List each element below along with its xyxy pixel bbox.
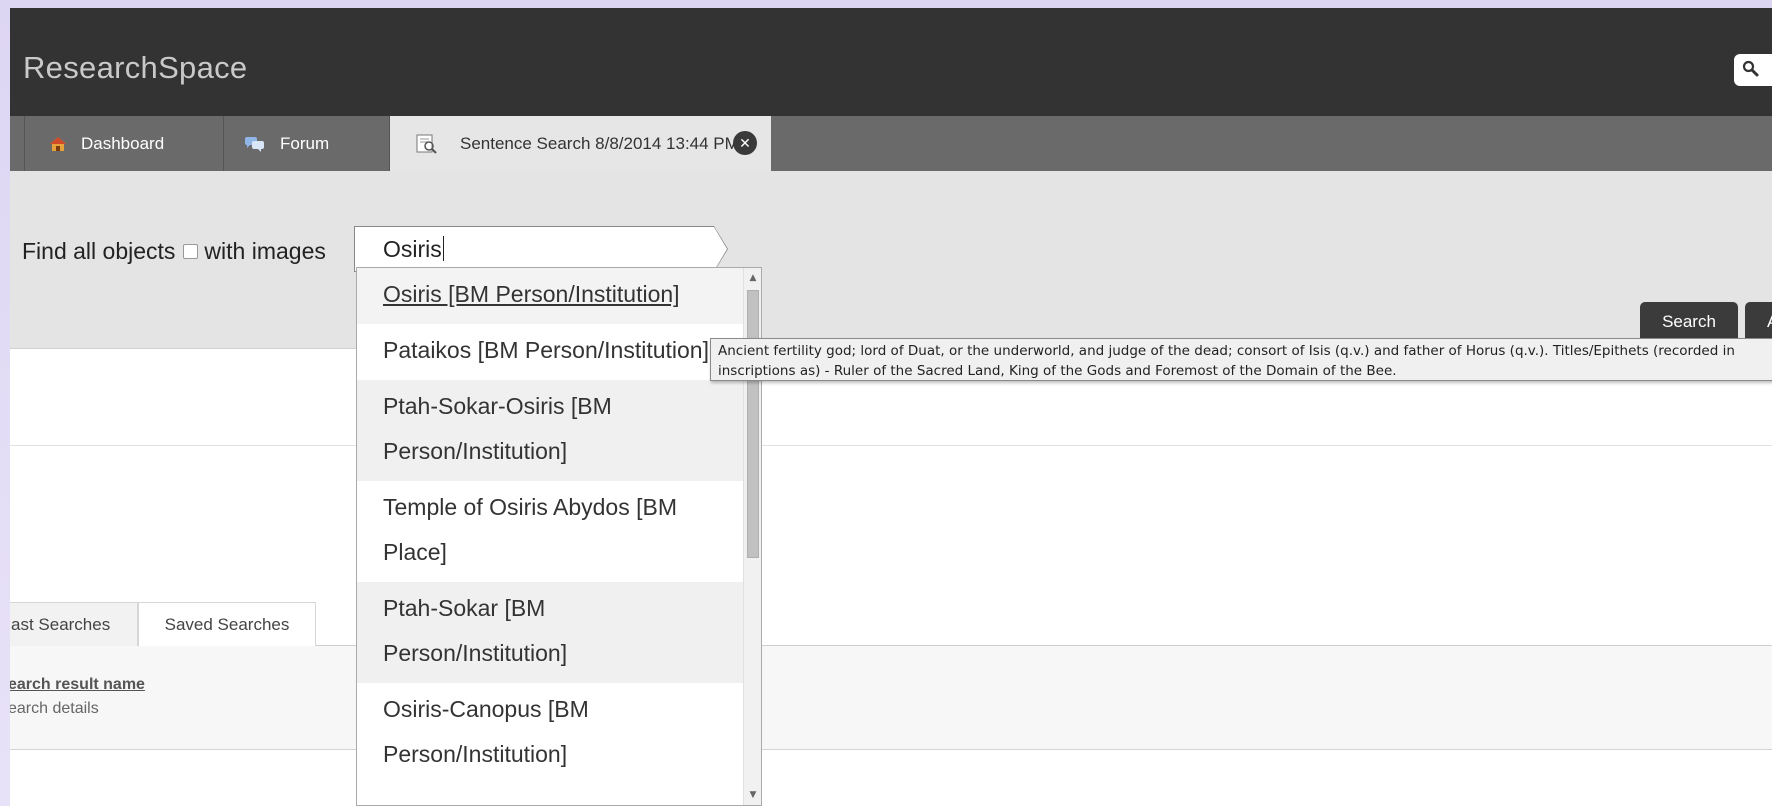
close-icon[interactable]: ✕	[733, 131, 757, 155]
tab-sentence-search[interactable]: Sentence Search 8/8/2014 13:44 PM ✕	[390, 116, 771, 171]
global-search-input[interactable]	[1734, 54, 1772, 86]
autocomplete-item[interactable]: Temple of Osiris Abydos [BM Place]	[357, 481, 745, 582]
sentence-search-icon	[416, 134, 438, 154]
tab-sentence-search-label: Sentence Search 8/8/2014 13:44 PM	[460, 133, 739, 153]
with-images-checkbox[interactable]	[183, 244, 199, 259]
autocomplete-dropdown: Osiris [BM Person/Institution] Pataikos …	[356, 267, 762, 806]
tab-dashboard[interactable]: Dashboard	[24, 116, 224, 171]
home-icon	[49, 136, 67, 152]
tab-bar: Dashboard Forum Sentence Search 8/8/2014…	[10, 116, 1772, 171]
app-window: ResearchSpace Dashboard Forum Sentence S…	[10, 8, 1772, 806]
scroll-thumb[interactable]	[747, 290, 759, 558]
tab-forum[interactable]: Forum	[224, 116, 390, 171]
search-icon	[1742, 60, 1760, 82]
scroll-down-icon[interactable]: ▼	[744, 787, 761, 803]
autocomplete-list: Osiris [BM Person/Institution] Pataikos …	[357, 268, 745, 784]
search-panel: Find all objects with images Osiris Sear…	[10, 171, 1772, 349]
autocomplete-item[interactable]: Osiris-Canopus [BM Person/Institution]	[357, 683, 745, 784]
autocomplete-item[interactable]: Osiris [BM Person/Institution]	[357, 268, 745, 324]
sentence-query: Find all objects with images	[22, 238, 326, 265]
tab-forum-label: Forum	[280, 133, 330, 153]
search-details-text: earch details	[10, 700, 99, 717]
top-bar: ResearchSpace	[10, 8, 1772, 116]
autocomplete-item[interactable]: Ptah-Sokar-Osiris [BM Person/Institution…	[357, 380, 745, 481]
tab-saved-searches[interactable]: Saved Searches	[138, 602, 316, 647]
item-tooltip: Ancient fertility god; lord of Duat, or …	[710, 338, 1772, 381]
keyword-input[interactable]: Osiris	[354, 226, 728, 272]
find-objects-label: Find all objects	[22, 238, 176, 264]
keyword-input-value: Osiris	[383, 236, 444, 262]
results-divider	[10, 445, 1772, 446]
autocomplete-item[interactable]: Ptah-Sokar [BM Person/Institution]	[357, 582, 745, 683]
tab-past-searches[interactable]: ast Searches	[10, 602, 138, 647]
advanced-button[interactable]: A	[1745, 302, 1772, 342]
search-button[interactable]: Search	[1640, 302, 1738, 342]
tab-dashboard-label: Dashboard	[81, 133, 165, 153]
scroll-up-icon[interactable]: ▲	[744, 270, 761, 286]
app-title: ResearchSpace	[23, 50, 248, 85]
autocomplete-item[interactable]: Pataikos [BM Person/Institution]	[357, 324, 745, 380]
history-tabs: ast Searches Saved Searches	[10, 594, 1772, 647]
saved-searches-panel: earch result name earch details	[10, 646, 1772, 750]
input-arrow-inner	[714, 227, 727, 271]
with-images-label: with images	[204, 238, 326, 264]
forum-icon	[244, 135, 266, 153]
search-result-name-link[interactable]: earch result name	[10, 676, 145, 694]
